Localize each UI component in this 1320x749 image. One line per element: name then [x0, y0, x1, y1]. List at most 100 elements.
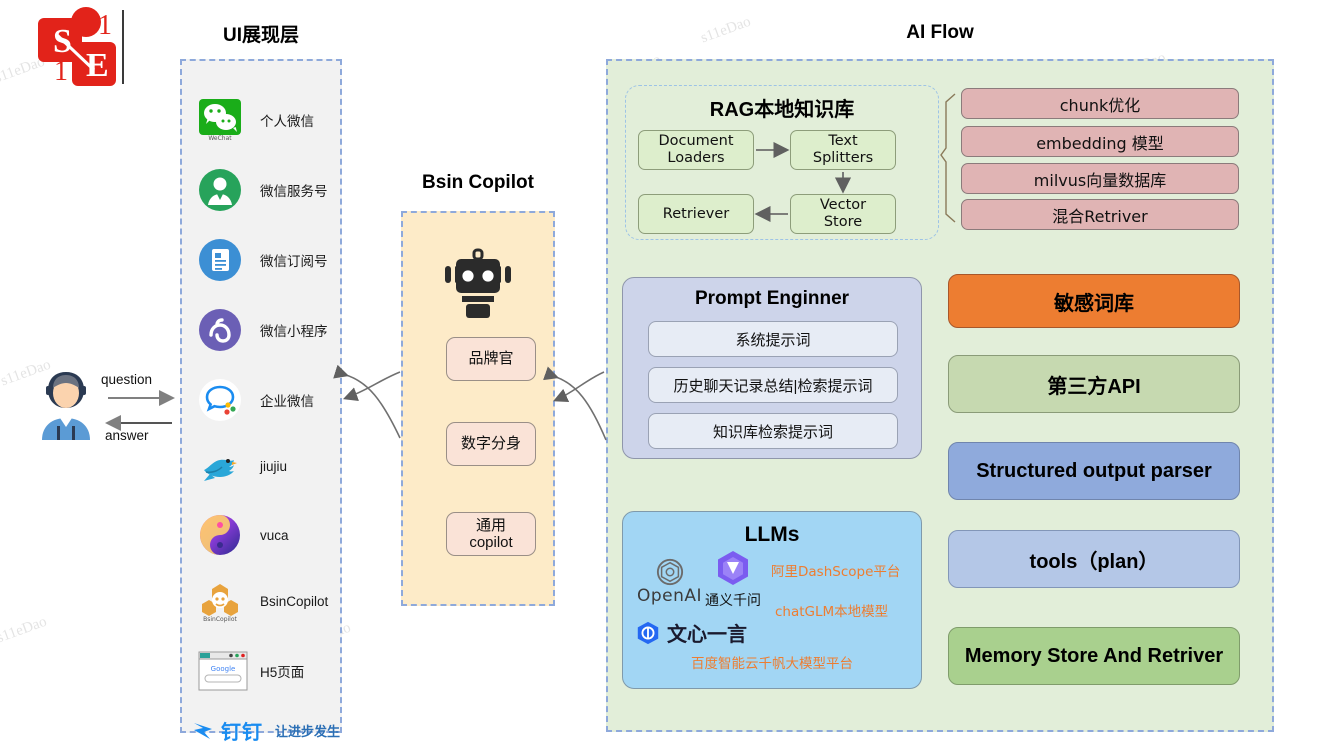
ui-item-label: 个人微信: [260, 114, 314, 129]
capability-label: 第三方API: [1047, 375, 1141, 398]
prompt-engineer-panel: Prompt Enginner 系统提示词 历史聊天记录总结|检索提示词 知识库…: [622, 277, 922, 459]
capability-label: tools（plan）: [1029, 550, 1159, 573]
ui-layer-panel: WeChat 个人微信 微信服务号 微信订阅号 微信小程序 企业微信 jiuji…: [180, 59, 342, 744]
tongyi-qianwen-icon: [718, 551, 748, 585]
prompt-item-label: 知识库检索提示词: [712, 423, 833, 441]
ui-item-wechat-subscription[interactable]: 微信订阅号: [198, 238, 328, 282]
rag-node-document-loaders[interactable]: Document Loaders: [638, 130, 754, 170]
svg-text:WeChat: WeChat: [208, 135, 232, 142]
question-label: question: [101, 372, 153, 387]
copilot-box-label: 品牌官: [468, 350, 514, 368]
prompt-item-system[interactable]: 系统提示词: [648, 321, 898, 357]
wecom-icon: [198, 378, 242, 422]
dingtalk-icon: [192, 718, 218, 744]
ui-item-jiujiu[interactable]: jiujiu: [198, 444, 287, 488]
prompt-item-label: 系统提示词: [735, 331, 811, 349]
ui-item-wechat-service[interactable]: 微信服务号: [198, 168, 328, 212]
copilot-box-general-copilot[interactable]: 通用 copilot: [446, 512, 536, 556]
rag-option-chunk[interactable]: chunk优化: [961, 88, 1239, 119]
copilot-to-aiflow-arrow-right: [543, 366, 607, 441]
svg-text:E: E: [86, 47, 109, 84]
ui-item-wechat[interactable]: WeChat 个人微信: [198, 98, 314, 142]
wenxin-yiyan-icon: [637, 621, 659, 644]
llm-note-dashscope: 阿里DashScope平台: [771, 564, 901, 580]
ui-item-label: 微信订阅号: [260, 254, 328, 269]
jiujiu-bird-icon: [198, 444, 242, 488]
ui-item-h5-page[interactable]: Google H5页面: [198, 649, 304, 693]
ui-item-wecom[interactable]: 企业微信: [198, 378, 314, 422]
brand-logo: S E 1 1: [24, 4, 124, 94]
prompt-item-kb-retrieval[interactable]: 知识库检索提示词: [648, 413, 898, 449]
rag-node-vector-store[interactable]: Vector Store: [790, 194, 896, 234]
ui-layer-title: UI展现层: [222, 25, 299, 46]
ui-item-label: jiujiu: [260, 458, 288, 474]
dingtalk-label: 钉钉: [221, 722, 263, 744]
capability-sensitive-words[interactable]: 敏感词库: [948, 274, 1240, 328]
header-divider: [122, 10, 124, 84]
ui-item-dingtalk[interactable]: 钉钉 让进步发生: [192, 716, 340, 745]
rag-option-milvus[interactable]: milvus向量数据库: [961, 163, 1239, 194]
svg-text:1: 1: [54, 56, 68, 87]
ui-item-label: BsinCopilot: [260, 593, 329, 609]
rag-node-text-splitters[interactable]: Text Splitters: [790, 130, 896, 170]
diagram-canvas: s11eDao s11eDao s11eDao s11eDao s11eDao …: [0, 0, 1320, 748]
capability-structured-output-parser[interactable]: Structured output parser: [948, 442, 1240, 500]
copilot-box-digital-avatar[interactable]: 数字分身: [446, 422, 536, 466]
rag-node-line1: Text: [828, 133, 858, 150]
rag-node-line1: Document: [658, 133, 734, 150]
rag-option-label: 混合Retriver: [1052, 206, 1148, 226]
rag-option-label: embedding 模型: [1036, 133, 1164, 153]
rag-option-hybrid-retriever[interactable]: 混合Retriver: [961, 199, 1239, 230]
rag-node-line1: Retriever: [662, 205, 730, 222]
rag-node-line1: Vector: [819, 197, 867, 214]
rag-title: RAG本地知识库: [709, 99, 855, 121]
openai-icon: [656, 558, 683, 586]
llm-note-chatglm: chatGLM本地模型: [775, 604, 889, 620]
dingtalk-slogan: 让进步发生: [275, 724, 341, 739]
capability-third-party-api[interactable]: 第三方API: [948, 355, 1240, 413]
tongyi-brand: 通义千问: [705, 548, 761, 610]
ui-item-bsincopilot[interactable]: BsinCopilot BsinCopilot: [198, 579, 328, 623]
copilot-box-brand[interactable]: 品牌官: [446, 337, 536, 381]
copilot-title: Bsin Copilot: [422, 172, 534, 193]
ui-item-wechat-miniprogram[interactable]: 微信小程序: [198, 308, 328, 352]
svg-text:S: S: [53, 23, 72, 60]
ui-item-label: H5页面: [260, 665, 305, 680]
aiflow-title: AI Flow: [906, 22, 974, 43]
copilot-to-aiflow-arrow-left: [553, 371, 605, 403]
ui-item-label: 企业微信: [260, 394, 314, 409]
tongyi-label: 通义千问: [705, 592, 761, 608]
wechat-service-account-icon: [198, 168, 242, 212]
capability-label: Memory Store And Retriver: [964, 644, 1224, 667]
svg-text:1: 1: [98, 10, 112, 41]
robot-icon: [440, 248, 516, 322]
ui-to-copilot-arrow-right: [333, 364, 401, 439]
rag-option-embedding[interactable]: embedding 模型: [961, 126, 1239, 157]
watermark: s11eDao: [0, 613, 49, 647]
openai-brand: OpenAI: [637, 558, 702, 606]
user-avatar: [36, 368, 96, 440]
bsincopilot-icon: BsinCopilot: [198, 579, 242, 623]
browser-window-icon: Google: [198, 649, 248, 693]
llms-panel: LLMs OpenAI 通义千问 文心一言 阿里DashScope平台 chat…: [622, 511, 922, 689]
copilot-box-label: 数字分身: [460, 435, 521, 453]
capability-label: Structured output parser: [976, 459, 1212, 482]
ui-to-copilot-arrow-left: [342, 371, 401, 401]
wenxin-label: 文心一言: [667, 624, 747, 646]
ui-item-label: 微信小程序: [260, 324, 328, 339]
answer-label: answer: [105, 428, 149, 443]
prompt-item-history[interactable]: 历史聊天记录总结|检索提示词: [648, 367, 898, 403]
wechat-icon: WeChat: [198, 98, 242, 142]
rag-option-label: milvus向量数据库: [1033, 170, 1167, 190]
llms-title: LLMs: [744, 523, 800, 546]
ui-item-vuca[interactable]: vuca: [198, 513, 289, 557]
openai-label: OpenAI: [637, 586, 703, 606]
prompt-engineer-title: Prompt Enginner: [694, 288, 850, 309]
capability-memory-store[interactable]: Memory Store And Retriver: [948, 627, 1240, 685]
capability-tools-plan[interactable]: tools（plan）: [948, 530, 1240, 588]
rag-option-label: chunk优化: [1059, 95, 1141, 115]
vuca-icon: [198, 513, 242, 557]
rag-node-line2: Splitters: [812, 150, 874, 166]
rag-node-retriever[interactable]: Retriever: [638, 194, 754, 234]
prompt-item-label: 历史聊天记录总结|检索提示词: [673, 377, 873, 395]
